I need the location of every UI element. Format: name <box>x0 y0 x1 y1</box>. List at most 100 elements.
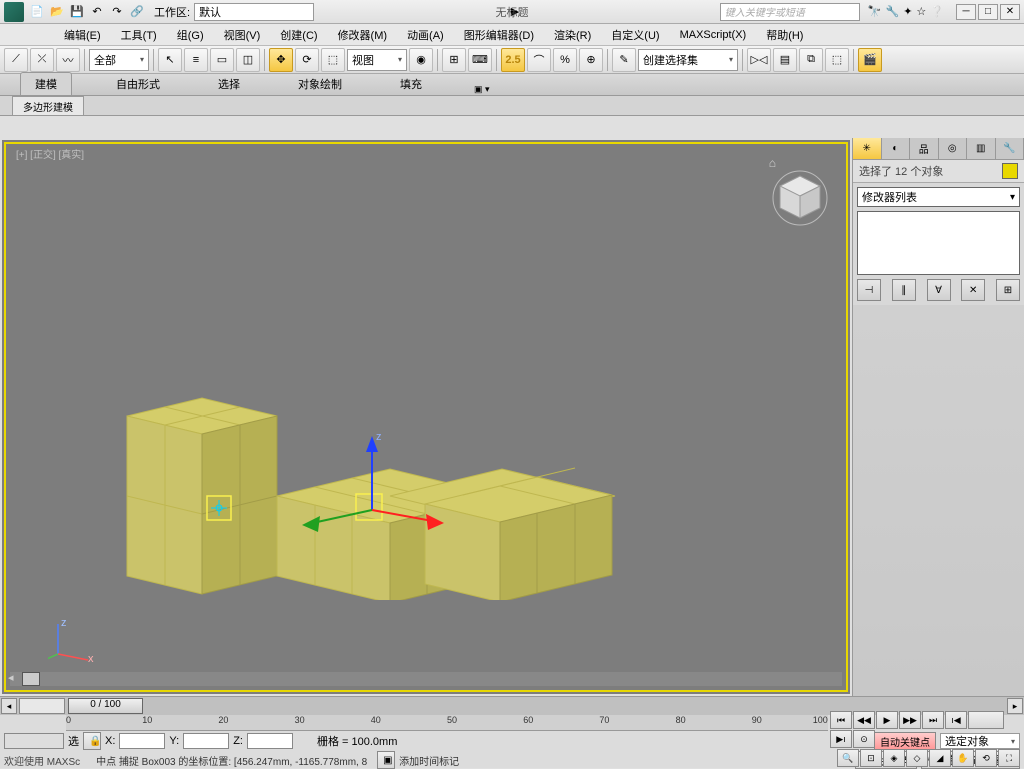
ribbon-tab-populate[interactable]: 填充 <box>386 73 436 95</box>
render-setup-icon[interactable]: 🎬 <box>858 48 882 72</box>
bind-icon[interactable]: 〰 <box>56 48 80 72</box>
modifier-list-dropdown[interactable]: 修改器列表 <box>857 187 1020 207</box>
help-icon[interactable]: ❔ <box>930 5 944 18</box>
layers-icon[interactable]: ⧉ <box>799 48 823 72</box>
time-tag-icon[interactable]: ▣ <box>377 751 395 769</box>
key-icon[interactable]: 🔧 <box>885 5 899 18</box>
menu-group[interactable]: 组(G) <box>167 27 214 43</box>
select-move-icon[interactable]: ✥ <box>269 48 293 72</box>
pin-stack-icon[interactable]: ⊣ <box>857 279 881 301</box>
configure-sets-icon[interactable]: ⊞ <box>996 279 1020 301</box>
curve-editor-icon[interactable]: ⬚ <box>825 48 849 72</box>
new-icon[interactable]: 📄 <box>28 3 46 21</box>
app-icon[interactable] <box>4 2 24 22</box>
ribbon-expand-icon[interactable]: ▣ ▾ <box>474 84 490 95</box>
undo-icon[interactable]: ↶ <box>88 3 106 21</box>
pan-icon[interactable]: ✋ <box>952 749 974 767</box>
workspace-dropdown[interactable]: 默认 <box>194 3 314 21</box>
show-end-result-icon[interactable]: ∥ <box>892 279 916 301</box>
tab-motion-icon[interactable]: ◎ <box>939 138 968 159</box>
binoculars-icon[interactable]: 🔭 <box>868 5 882 18</box>
ribbon-tab-modeling[interactable]: 建模 <box>20 72 72 95</box>
key-prev-icon[interactable]: ı◀ <box>945 711 967 729</box>
ref-coord-dropdown[interactable]: 视图 <box>347 49 407 71</box>
selection-filter-dropdown[interactable]: 全部 <box>89 49 149 71</box>
menu-edit[interactable]: 编辑(E) <box>54 27 111 43</box>
key-next-icon[interactable]: ▶ı <box>830 730 852 748</box>
menu-help[interactable]: 帮助(H) <box>756 27 813 43</box>
redo-icon[interactable]: ↷ <box>108 3 126 21</box>
orbit-icon[interactable]: ⟲ <box>975 749 997 767</box>
viewport-label[interactable]: [+] [正交] [真实] <box>16 146 84 161</box>
color-swatch[interactable] <box>1002 163 1018 179</box>
link-icon[interactable]: 🔗 <box>128 3 146 21</box>
use-center-icon[interactable]: ◉ <box>409 48 433 72</box>
select-link-icon[interactable]: ⟋ <box>4 48 28 72</box>
next-frame-icon[interactable]: ▶▶ <box>899 711 921 729</box>
time-config-icon[interactable]: ⊙ <box>853 730 875 748</box>
zoom-all-icon[interactable]: ⊡ <box>860 749 882 767</box>
percent-snap-icon[interactable]: % <box>553 48 577 72</box>
menu-tools[interactable]: 工具(T) <box>111 27 167 43</box>
tab-create-icon[interactable]: ✳ <box>853 138 882 159</box>
menu-modifiers[interactable]: 修改器(M) <box>328 27 398 43</box>
modifier-stack[interactable] <box>857 211 1020 275</box>
tab-modify-icon[interactable]: ◐ <box>882 138 911 159</box>
menu-customize[interactable]: 自定义(U) <box>601 27 669 43</box>
minimize-button[interactable]: ─ <box>956 4 976 20</box>
make-unique-icon[interactable]: ∀ <box>927 279 951 301</box>
y-coord-input[interactable] <box>183 733 229 749</box>
select-name-icon[interactable]: ≡ <box>184 48 208 72</box>
select-rotate-icon[interactable]: ⟳ <box>295 48 319 72</box>
prev-frame-icon[interactable]: ◀◀ <box>853 711 875 729</box>
fov-icon[interactable]: ◢ <box>929 749 951 767</box>
star-icon[interactable]: ✦ <box>903 5 912 18</box>
viewport[interactable]: [+] [正交] [真实] ⌂ <box>2 140 850 694</box>
ribbon-tab-selection[interactable]: 选择 <box>204 73 254 95</box>
mirror-icon[interactable]: ▷◁ <box>747 48 771 72</box>
tab-hierarchy-icon[interactable]: 品 <box>910 138 939 159</box>
menu-rendering[interactable]: 渲染(R) <box>544 27 601 43</box>
tab-display-icon[interactable]: ▥ <box>967 138 996 159</box>
favorite-icon[interactable]: ☆ <box>916 5 926 18</box>
snap-toggle-icon[interactable]: 2.5 <box>501 48 525 72</box>
time-ruler[interactable]: 0 10 20 30 40 50 60 70 80 90 100 <box>66 715 828 731</box>
keyboard-shortcut-icon[interactable]: ⌨ <box>468 48 492 72</box>
zoom-extents-icon[interactable]: ◈ <box>883 749 905 767</box>
add-marker-label[interactable]: 添加时间标记 <box>399 753 459 768</box>
manipulate-icon[interactable]: ⊞ <box>442 48 466 72</box>
angle-snap-icon[interactable]: ⌒ <box>527 48 551 72</box>
open-icon[interactable]: 📂 <box>48 3 66 21</box>
subtab-poly-modeling[interactable]: 多边形建模 <box>12 96 84 115</box>
current-frame-input[interactable] <box>968 711 1004 729</box>
goto-start-icon[interactable]: ⏮ <box>830 711 852 729</box>
slider-handle[interactable] <box>22 672 40 686</box>
z-coord-input[interactable] <box>247 733 293 749</box>
menu-create[interactable]: 创建(C) <box>270 27 327 43</box>
tab-utilities-icon[interactable]: 🔧 <box>996 138 1024 159</box>
edit-selection-set-icon[interactable]: ✎ <box>612 48 636 72</box>
x-coord-input[interactable] <box>119 733 165 749</box>
lock-selection-icon[interactable]: 🔒 <box>83 732 101 750</box>
select-object-icon[interactable]: ↖ <box>158 48 182 72</box>
time-prev-icon[interactable]: ◂ <box>1 698 17 714</box>
spinner-snap-icon[interactable]: ⊕ <box>579 48 603 72</box>
remove-modifier-icon[interactable]: ✕ <box>961 279 985 301</box>
time-slider-handle[interactable]: 0 / 100 <box>68 698 143 714</box>
menu-animation[interactable]: 动画(A) <box>397 27 454 43</box>
max-toggle-icon[interactable]: ⛶ <box>998 749 1020 767</box>
menu-view[interactable]: 视图(V) <box>214 27 271 43</box>
goto-end-icon[interactable]: ⏭ <box>922 711 944 729</box>
align-icon[interactable]: ▤ <box>773 48 797 72</box>
search-input[interactable]: 键入关键字或短语 <box>720 3 860 21</box>
zoom-icon[interactable]: 🔍 <box>837 749 859 767</box>
close-button[interactable]: ✕ <box>1000 4 1020 20</box>
menu-maxscript[interactable]: MAXScript(X) <box>670 29 757 41</box>
ribbon-tab-freeform[interactable]: 自由形式 <box>102 73 174 95</box>
save-icon[interactable]: 💾 <box>68 3 86 21</box>
select-rect-icon[interactable]: ▭ <box>210 48 234 72</box>
play-icon[interactable]: ▶ <box>876 711 898 729</box>
unlink-icon[interactable]: ⤫ <box>30 48 54 72</box>
named-selection-dropdown[interactable]: 创建选择集 <box>638 49 738 71</box>
menu-graph-editors[interactable]: 图形编辑器(D) <box>454 27 544 43</box>
